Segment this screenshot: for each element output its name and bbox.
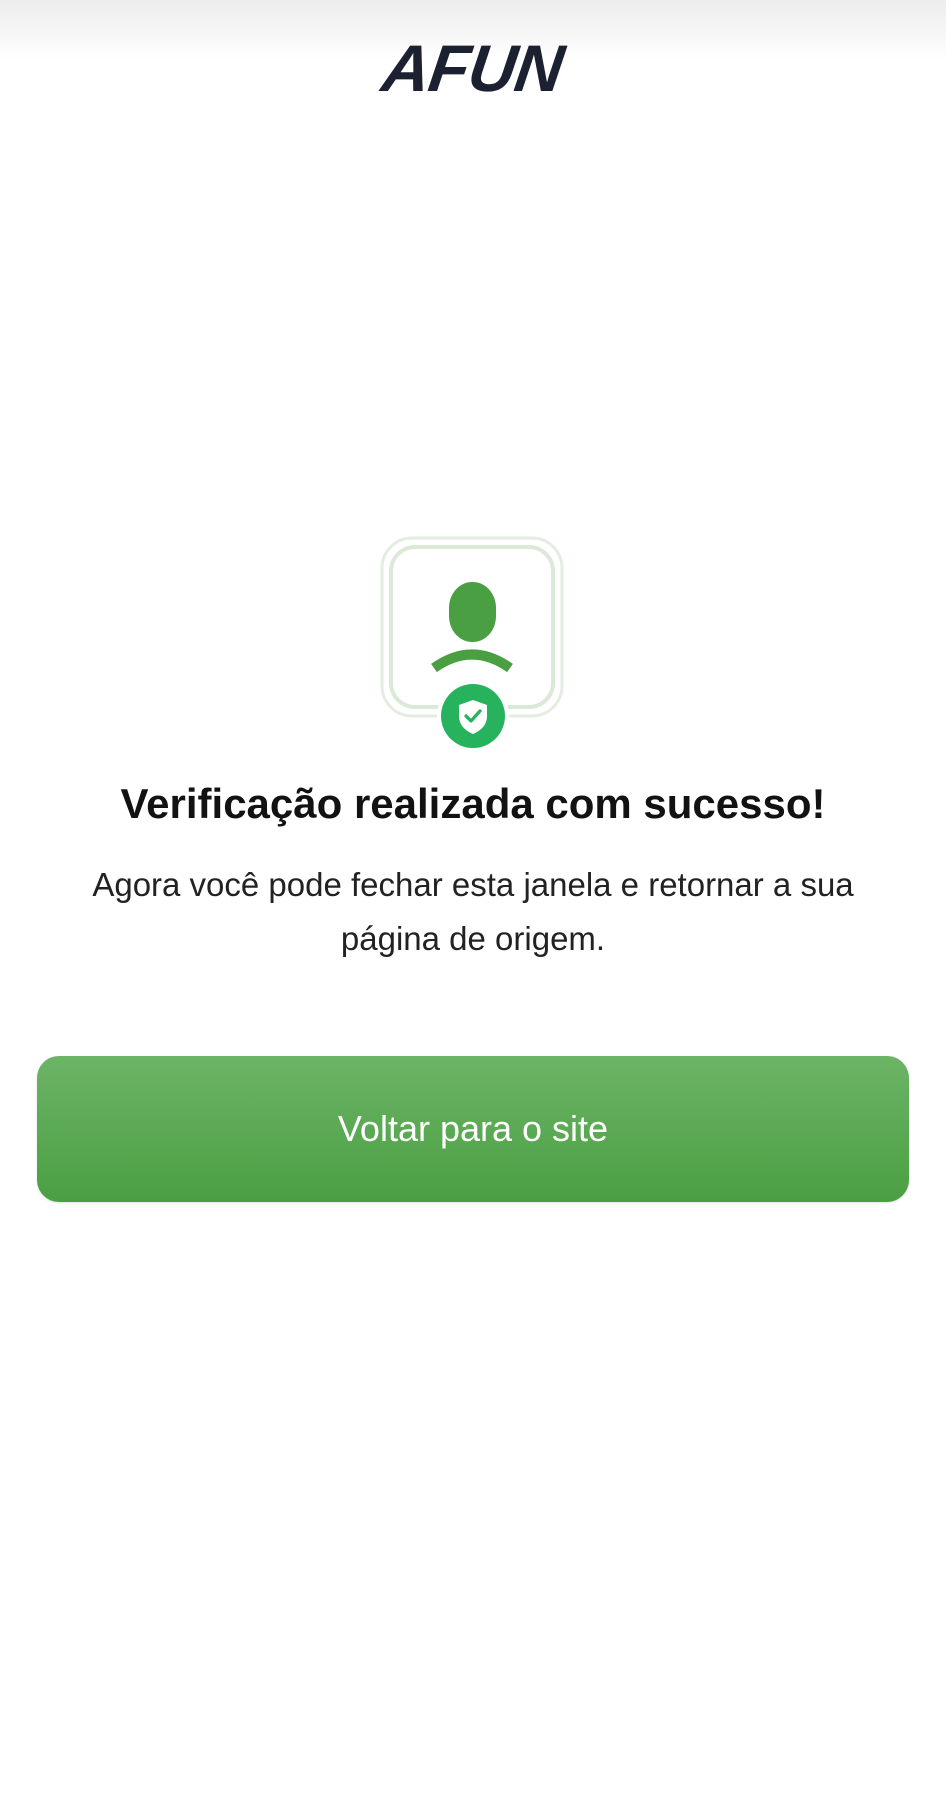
back-to-site-button[interactable]: Voltar para o site xyxy=(37,1056,909,1202)
person-head-icon xyxy=(449,582,496,642)
verification-success-page: AFUN Verificação realizada com sucesso! … xyxy=(0,0,946,1811)
header: AFUN xyxy=(0,28,946,108)
verified-user-illustration xyxy=(379,535,565,753)
success-message: Agora você pode fechar esta janela e ret… xyxy=(92,866,854,957)
shield-check-icon xyxy=(437,680,509,752)
brand-logo: AFUN xyxy=(378,31,568,105)
user-verified-icon xyxy=(380,536,564,752)
page-title: Verificação realizada com sucesso! xyxy=(120,780,826,827)
